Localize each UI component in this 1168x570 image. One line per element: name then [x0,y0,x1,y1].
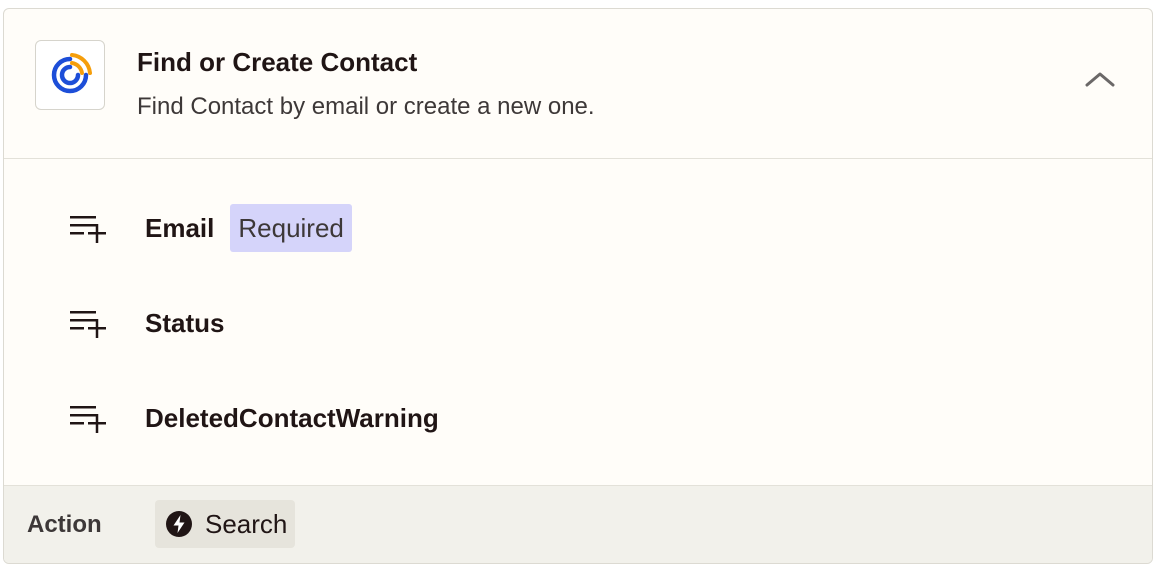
field-row-deleted-contact-warning[interactable]: DeletedContactWarning [70,394,439,442]
field-label-status: Status [145,307,225,338]
chevron-up-icon [1085,72,1115,87]
action-title: Find or Create Contact [137,47,418,77]
required-badge: Required [230,204,352,252]
bolt-icon [166,511,192,537]
add-field-icon [70,308,110,338]
app-logo-icon [35,40,105,110]
footer-action-label: Action [27,511,102,538]
field-row-email[interactable]: Email Required [70,204,352,252]
card-footer: Action Search [4,485,1152,563]
field-row-status[interactable]: Status [70,299,224,347]
add-field-icon [70,213,110,243]
action-type-label: Search [205,508,288,539]
action-card: Find or Create Contact Find Contact by e… [3,8,1153,564]
action-type-pill: Search [155,500,296,548]
collapse-button[interactable] [1080,64,1120,94]
field-label-email: Email [145,212,215,243]
add-field-icon [70,403,110,433]
action-subtitle: Find Contact by email or create a new on… [137,93,595,120]
card-header[interactable]: Find or Create Contact Find Contact by e… [4,9,1152,159]
field-label-deleted-contact-warning: DeletedContactWarning [145,402,439,433]
